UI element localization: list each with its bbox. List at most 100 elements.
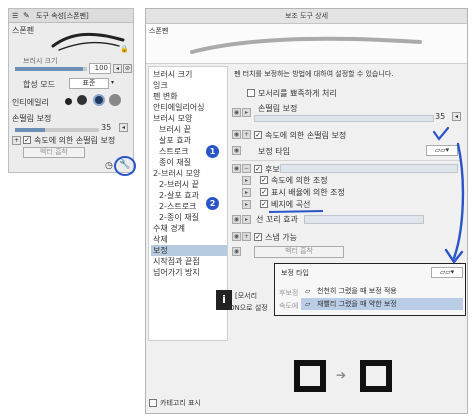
brush-size-field[interactable]: 100	[89, 63, 111, 74]
category-item[interactable]: 수채 경계	[151, 223, 227, 234]
pen-icon: ✎	[23, 11, 30, 20]
category-display-checkbox[interactable]	[149, 399, 157, 407]
sharp-corner-label: 모서리를 뾰족하게 처리	[258, 89, 337, 98]
antialias-weak-option[interactable]	[77, 95, 87, 105]
correction-label: 손떨림 보정	[12, 114, 52, 123]
category-item[interactable]: 2-종이 재질	[151, 212, 227, 223]
correction-type-popup: 보정 타입 ▱▱▾ 후보정 속도에 의 ▱ 천천히 그렸을 때 보정 적용 ▱ …	[274, 263, 466, 316]
eye-icon[interactable]: ◉	[232, 130, 241, 139]
antialias-strong-option[interactable]	[109, 94, 121, 106]
category-item[interactable]: 안티에일리어싱	[151, 102, 227, 113]
category-item[interactable]: 넘어가기 방지	[151, 267, 227, 278]
category-item[interactable]: 살포 효과	[151, 135, 227, 146]
brush-size-link-icon[interactable]: ⊘	[123, 64, 132, 73]
pin-icon[interactable]: ▸	[242, 188, 251, 197]
collapse-icon[interactable]: −	[242, 164, 251, 173]
antialias-none-option[interactable]	[65, 98, 72, 105]
before-square-icon	[294, 360, 326, 392]
speed-correction-checkbox[interactable]: ✓	[23, 136, 31, 144]
chevron-down-icon: ▾	[111, 79, 115, 86]
menu-icon[interactable]: ☰	[12, 12, 20, 20]
annotation-number-2: 2	[206, 197, 219, 210]
category-item[interactable]: 브러시 끝	[151, 124, 227, 135]
category-item[interactable]: 브러시 크기	[151, 69, 227, 80]
tail-effect-label: 선 꼬리 효과	[256, 215, 298, 224]
after-square-icon	[360, 360, 392, 392]
pin-icon[interactable]: ▸	[242, 176, 251, 185]
post-correction-checkbox[interactable]: ✓	[254, 165, 262, 173]
tool-property-tab[interactable]: 도구 속성[스폰펜]	[33, 10, 92, 22]
clock-icon[interactable]: ◷	[105, 161, 113, 171]
zoom-adjust-label: 표시 배율에 의한 조정	[271, 188, 345, 197]
category-item[interactable]: 종이 재질	[151, 157, 227, 168]
brush-icon: ▱	[305, 287, 311, 295]
pin-icon[interactable]: ▸	[242, 200, 251, 209]
snap-checkbox[interactable]: ✓	[254, 233, 262, 241]
category-item[interactable]: 2-브러시 끝	[151, 179, 227, 190]
lock-icon[interactable]: 🔒	[120, 45, 129, 53]
category-item[interactable]: 브러시 모양	[151, 113, 227, 124]
tool-property-panel: ☰ ✎ 도구 속성[스폰펜] 스폰펜 🔒 브러시 크기 100 ◂ ⊘ 합성 모…	[8, 8, 136, 176]
expand-icon[interactable]: +	[12, 136, 21, 145]
category-item[interactable]: 삭제	[151, 234, 227, 245]
eye-icon[interactable]: ◉	[232, 215, 241, 224]
speed-adjust-checkbox[interactable]: ✓	[260, 176, 268, 184]
expand-icon[interactable]: +	[242, 130, 251, 139]
eye-icon[interactable]: ◉	[232, 108, 241, 117]
annotation-number-1: 1	[206, 145, 219, 158]
popup-option-fast[interactable]: ▱ 재빨리 그렸을 때 약한 보정	[301, 298, 463, 310]
stroke-preview	[51, 32, 125, 51]
brush-size-label: 브러시 크기	[23, 57, 58, 65]
category-item[interactable]: 잉크	[151, 80, 227, 91]
correction-value[interactable]: 35	[101, 123, 111, 132]
eye-icon[interactable]: ◉	[232, 164, 241, 173]
sharp-corner-checkbox[interactable]	[247, 89, 255, 97]
arrow-right-icon: ➔	[336, 368, 347, 382]
speed-stabilization-checkbox[interactable]: ✓	[254, 131, 262, 139]
settings-panel: 펜 터치를 보정하는 방법에 대하여 설정할 수 있습니다. 모서리를 뾰족하게…	[206, 66, 466, 392]
annotation-circle-icon	[114, 156, 136, 176]
correction-slider[interactable]	[15, 128, 99, 132]
eye-icon[interactable]: ◉	[232, 232, 241, 241]
stabilization-decrease-button[interactable]: ◂	[452, 112, 461, 121]
popup-select[interactable]: ▱▱▾	[431, 267, 463, 278]
category-item[interactable]: 보정	[151, 245, 227, 256]
category-item[interactable]: 시작점과 끝점	[151, 256, 227, 267]
category-item[interactable]: 2-브러시 모양	[151, 168, 227, 179]
brush-size-slider[interactable]	[15, 67, 87, 71]
vector-snap-button[interactable]: 벡터 흡착	[23, 147, 85, 158]
pin-icon[interactable]: ▸	[242, 108, 251, 117]
settings-description: 펜 터치를 보정하는 방법에 대하여 설정할 수 있습니다.	[234, 70, 394, 78]
category-item[interactable]: 펜 변화	[151, 91, 227, 102]
expand-icon[interactable]: +	[242, 232, 251, 241]
stabilization-label: 손떨림 보정	[258, 104, 298, 113]
correction-decrease-button[interactable]: ◂	[119, 123, 128, 132]
brush-preview-strip: 스폰펜	[146, 24, 467, 64]
vector-snap-button[interactable]: 벡터 흡착	[254, 246, 344, 258]
speed-adjust-label: 속도에 의한 조정	[271, 176, 328, 185]
info-text-line-2: ON으로 설정	[229, 304, 268, 312]
eye-icon[interactable]: ◉	[232, 247, 241, 256]
zoom-adjust-checkbox[interactable]: ✓	[260, 188, 268, 196]
bezier-curve-checkbox[interactable]: ✓	[260, 200, 268, 208]
annotation-arrow	[444, 142, 465, 265]
blend-mode-select[interactable]: 표준	[69, 78, 109, 89]
tool-property-tabbar: ☰ ✎ 도구 속성[스폰펜]	[9, 9, 133, 23]
popup-option-slow[interactable]: ▱ 천천히 그렸을 때 보정 적용	[301, 285, 463, 297]
antialias-label: 인티에일리	[12, 98, 49, 107]
brush-size-decrease-button[interactable]: ◂	[113, 64, 122, 73]
preview-stroke	[190, 36, 422, 54]
category-display-label: 카테고리 표시	[160, 399, 201, 407]
snap-label: 스냅 가능	[265, 233, 297, 242]
blend-mode-label: 합성 모드	[23, 80, 55, 89]
popup-title: 보정 타입	[281, 269, 309, 277]
post-correction-slider[interactable]	[280, 164, 458, 173]
detail-titlebar: 보조 도구 상세	[146, 9, 467, 24]
pin-icon[interactable]: ▸	[242, 215, 251, 224]
info-text-line-1: [모서리	[235, 292, 258, 300]
eye-icon[interactable]: ◉	[232, 146, 241, 155]
stabilization-value[interactable]: 35	[435, 112, 445, 121]
tail-effect-slider[interactable]	[304, 215, 424, 224]
antialias-mid-option[interactable]	[93, 94, 105, 106]
stabilization-slider[interactable]	[254, 115, 434, 122]
